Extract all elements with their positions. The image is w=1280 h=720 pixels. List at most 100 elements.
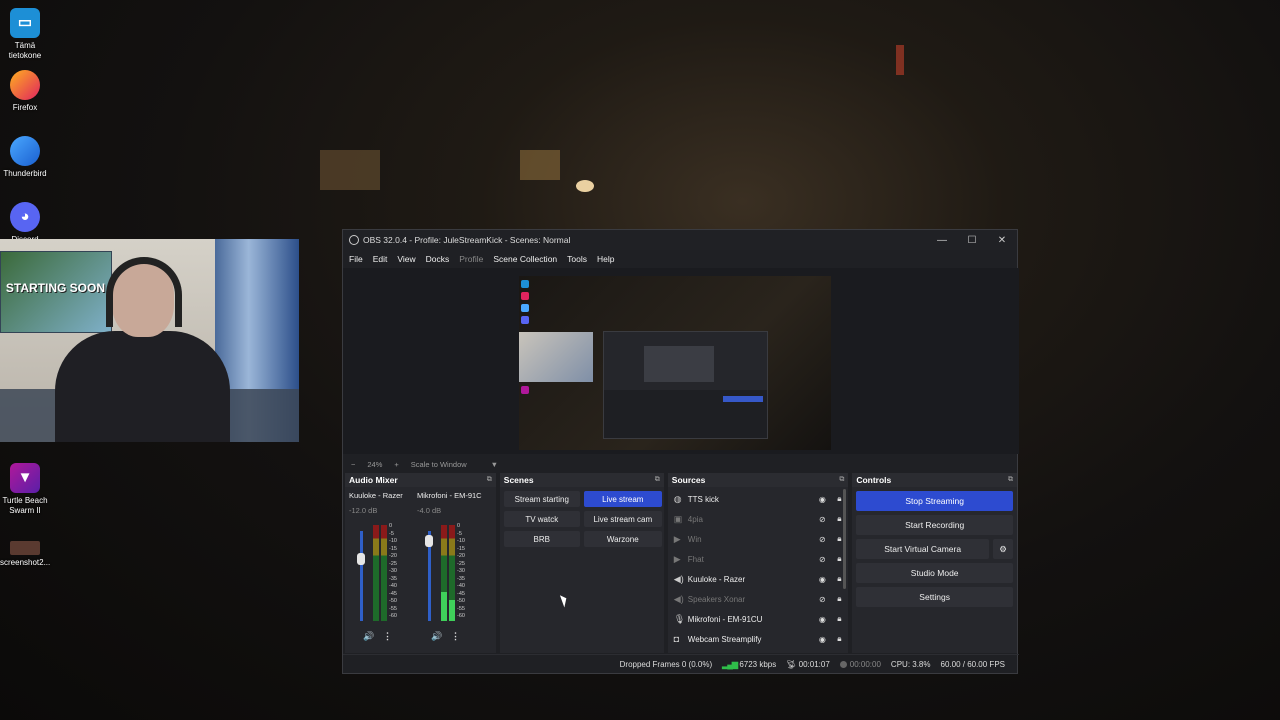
eye-hidden-icon[interactable]: ⊘	[814, 555, 830, 564]
start-virtual-camera-button[interactable]: Start Virtual Camera	[856, 539, 989, 559]
scale-mode-select[interactable]: Scale to Window	[411, 460, 467, 469]
desktop-icon-this-pc[interactable]: ▭ Tämä tietokone	[0, 8, 50, 61]
zoom-in-button[interactable]: +	[394, 460, 398, 469]
desktop-icon-thunderbird[interactable]: Thunderbird	[0, 136, 50, 179]
studio-mode-button[interactable]: Studio Mode	[856, 563, 1013, 583]
virtual-camera-row: Start Virtual Camera ⚙	[856, 539, 1013, 559]
source-row[interactable]: ◘ Webcam Streamplify ◉ 🔒︎	[668, 629, 849, 649]
source-row[interactable]: ▣ 4pia ⊘ 🔒︎	[668, 509, 849, 529]
desktop-icon-label: Turtle Beach Swarm II	[2, 496, 48, 515]
gear-icon[interactable]: ⚙	[993, 539, 1013, 559]
source-row[interactable]: 🎙︎ Mikrofoni - EM-91CU ◉ 🔒︎	[668, 609, 849, 629]
start-recording-button[interactable]: Start Recording	[856, 515, 1013, 535]
wallpaper-light	[520, 150, 560, 180]
eye-icon[interactable]: ◉	[814, 575, 830, 584]
broadcast-icon: 📡︎	[786, 660, 797, 669]
lock-icon[interactable]: 🔒︎	[830, 614, 848, 624]
source-name: Webcam Streamplify	[687, 634, 762, 644]
meter-scale: 0 -5 -10 -15 -20 -25 -30 -35 -40 -45 -50 -55 -60	[457, 523, 465, 619]
source-name: Mikrofoni - EM-91CU	[687, 614, 763, 624]
source-row[interactable]: ◀) Speakers Xonar ⊘ 🔒︎	[668, 589, 849, 609]
scene-button[interactable]: TV watck	[503, 511, 580, 527]
scene-button[interactable]: Stream starting	[503, 491, 580, 507]
menu-tools[interactable]: Tools	[567, 254, 587, 264]
desktop-icon-screenshot[interactable]: screenshot2...	[0, 541, 50, 568]
webcam-overlay: STARTING SOON	[0, 239, 299, 442]
sources-scrollbar[interactable]	[843, 489, 847, 589]
desktop-icon-firefox[interactable]: Firefox	[0, 70, 50, 113]
sources-dock: Sources ⧉ ◍ TTS kick ◉ 🔒︎ ▣ 4pia ⊘ 🔒︎ ▶ Win ⊘ 🔒︎ …	[667, 473, 849, 653]
poster-text: STARTING SOON	[5, 281, 105, 295]
meter-scale: 0 -5 -10 -15 -20 -25 -30 -35 -40 -45 -50 -55 -60	[389, 523, 397, 619]
scene-button[interactable]: Warzone	[583, 531, 662, 547]
eye-hidden-icon[interactable]: ⊘	[814, 515, 830, 524]
settings-button[interactable]: Settings	[856, 587, 1013, 607]
minimize-button[interactable]: —	[927, 235, 957, 246]
image-file-icon	[10, 541, 40, 555]
eye-hidden-icon[interactable]: ⊘	[814, 595, 830, 604]
desktop-icon-turtle-beach[interactable]: ▼ Turtle Beach Swarm II	[0, 463, 50, 516]
desktop-icon-label: Thunderbird	[3, 169, 47, 178]
eye-icon[interactable]: ◉	[814, 635, 830, 644]
globe-icon: ◍	[673, 493, 682, 504]
menu-profile[interactable]: Profile	[459, 254, 483, 264]
channel-name: Mikrofoni - EM-91C	[417, 491, 482, 500]
speaker-icon: ◀)	[673, 573, 684, 584]
scene-button[interactable]: Live stream cam	[583, 511, 662, 527]
firefox-icon	[10, 70, 40, 100]
lock-icon[interactable]: 🔒︎	[830, 634, 848, 644]
kebab-menu-icon[interactable]: ⋮	[451, 631, 460, 642]
volume-slider[interactable]	[360, 531, 363, 621]
speaker-icon[interactable]: 🔊	[363, 631, 374, 642]
stop-streaming-button[interactable]: Stop Streaming	[856, 491, 1013, 511]
scene-button[interactable]: Live stream	[583, 491, 662, 507]
docks-row: Audio Mixer ⧉ Kuuloke - Razer -12.0 dB 0…	[343, 473, 1019, 653]
program-preview[interactable]	[519, 276, 831, 450]
menu-file[interactable]: File	[349, 254, 363, 264]
kebab-menu-icon[interactable]: ⋮	[383, 631, 392, 642]
speaker-icon[interactable]: 🔊	[431, 631, 442, 642]
dock-header: Audio Mixer ⧉	[345, 473, 496, 487]
source-name: 4pia	[687, 514, 703, 524]
menu-help[interactable]: Help	[597, 254, 614, 264]
volume-slider-handle[interactable]	[357, 553, 365, 565]
dock-header: Controls ⧉	[852, 473, 1017, 487]
controls-dock: Controls ⧉ Stop Streaming Start Recordin…	[852, 473, 1017, 653]
source-row[interactable]: ◀) Kuuloke - Razer ◉ 🔒︎	[668, 569, 849, 589]
volume-meter	[373, 525, 379, 621]
headset	[106, 257, 182, 327]
menu-scene-collection[interactable]: Scene Collection	[493, 254, 557, 264]
camera-icon: ◘	[673, 634, 680, 644]
wallpaper-window-light	[896, 45, 904, 75]
undock-icon[interactable]: ⧉	[655, 476, 660, 484]
eye-hidden-icon[interactable]: ⊘	[814, 535, 830, 544]
preview-obs-window	[603, 331, 768, 439]
menu-view[interactable]: View	[397, 254, 415, 264]
obs-logo-icon	[349, 235, 359, 245]
undock-icon[interactable]: ⧉	[487, 476, 492, 484]
discord-icon: ◕	[10, 202, 40, 232]
eye-icon[interactable]: ◉	[814, 495, 830, 504]
source-row[interactable]: ▶ Win ⊘ 🔒︎	[668, 529, 849, 549]
close-button[interactable]: ✕	[987, 235, 1017, 246]
undock-icon[interactable]: ⧉	[839, 476, 844, 484]
maximize-button[interactable]: ☐	[957, 235, 987, 246]
volume-slider-handle[interactable]	[425, 535, 433, 547]
zoom-out-button[interactable]: −	[351, 460, 355, 469]
lock-icon[interactable]: 🔒︎	[830, 594, 848, 604]
play-icon: ▶	[673, 553, 681, 564]
source-row[interactable]: ◍ TTS kick ◉ 🔒︎	[668, 489, 849, 509]
preview-controls: − 24% + Scale to Window ▼	[343, 458, 1019, 470]
scene-button[interactable]: BRB	[503, 531, 580, 547]
chevron-down-icon[interactable]: ▼	[491, 460, 498, 469]
source-row[interactable]: ▶ Fhat ⊘ 🔒︎	[668, 549, 849, 569]
undock-icon[interactable]: ⧉	[1008, 476, 1013, 484]
recording-time: 00:00:00	[849, 660, 881, 669]
source-name: Fhat	[687, 554, 704, 564]
menu-edit[interactable]: Edit	[373, 254, 388, 264]
menu-docks[interactable]: Docks	[426, 254, 450, 264]
wallpaper-light	[320, 150, 380, 190]
channel-name: Kuuloke - Razer	[349, 491, 403, 500]
eye-icon[interactable]: ◉	[814, 615, 830, 624]
dock-title: Sources	[671, 475, 706, 485]
